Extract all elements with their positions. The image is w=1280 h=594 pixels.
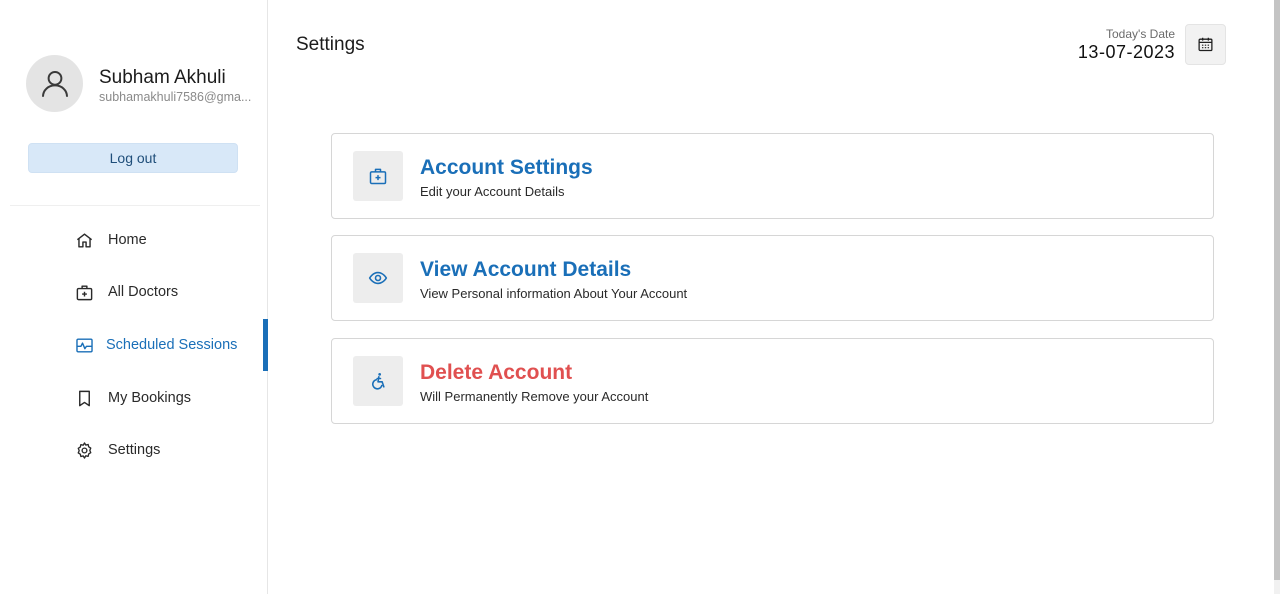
active-indicator [263, 319, 268, 371]
sidebar-item-all-doctors[interactable]: All Doctors [0, 266, 268, 318]
gear-icon [74, 440, 94, 460]
sidebar-item-my-bookings[interactable]: My Bookings [0, 372, 268, 424]
main-content: Settings Today's Date 13-07-2023 Account… [269, 0, 1274, 594]
delete-account-card[interactable]: Delete Account Will Permanently Remove y… [331, 338, 1214, 424]
account-settings-card[interactable]: Account Settings Edit your Account Detai… [331, 133, 1214, 219]
card-title: View Account Details [420, 258, 632, 281]
sidebar-divider [10, 205, 260, 206]
scrollbar[interactable] [1274, 0, 1280, 594]
card-title: Delete Account [420, 361, 573, 384]
card-description: Edit your Account Details [420, 184, 565, 199]
card-description: Will Permanently Remove your Account [420, 389, 649, 404]
sidebar-item-scheduled-sessions[interactable]: Scheduled Sessions [0, 319, 268, 371]
eye-icon [353, 253, 403, 303]
profile-name: Subham Akhuli [99, 67, 226, 88]
sidebar-item-label: Home [108, 232, 147, 248]
sidebar: Subham Akhuli subhamakhuli7586@gma... Lo… [0, 0, 268, 594]
page-title: Settings [296, 34, 365, 55]
accessible-icon [353, 356, 403, 406]
logout-button[interactable]: Log out [28, 143, 238, 173]
sidebar-item-label: Scheduled Sessions [106, 337, 238, 353]
sidebar-item-label: All Doctors [108, 284, 179, 300]
sidebar-item-label: My Bookings [108, 390, 192, 406]
calendar-icon [1198, 37, 1213, 52]
avatar [26, 55, 83, 112]
date-label: Today's Date [1106, 27, 1175, 41]
card-title: Account Settings [420, 156, 593, 179]
sidebar-item-settings[interactable]: Settings [0, 424, 268, 476]
profile-email: subhamakhuli7586@gma... [99, 90, 252, 104]
user-profile: Subham Akhuli subhamakhuli7586@gma... [26, 55, 266, 113]
bookmark-icon [74, 388, 94, 408]
sidebar-item-label: Settings [108, 442, 161, 458]
scrollbar-thumb[interactable] [1274, 0, 1280, 580]
schedule-icon [74, 335, 94, 355]
sidebar-item-home[interactable]: Home [0, 214, 268, 266]
doctor-bag-icon [74, 282, 94, 302]
home-icon [74, 230, 94, 250]
calendar-button[interactable] [1185, 24, 1226, 65]
user-icon [41, 70, 68, 97]
doctor-bag-icon [353, 151, 403, 201]
date-display: Today's Date 13-07-2023 [1078, 27, 1175, 63]
card-description: View Personal information About Your Acc… [420, 286, 688, 301]
date-value: 13-07-2023 [1077, 42, 1175, 62]
view-account-details-card[interactable]: View Account Details View Personal infor… [331, 235, 1214, 321]
